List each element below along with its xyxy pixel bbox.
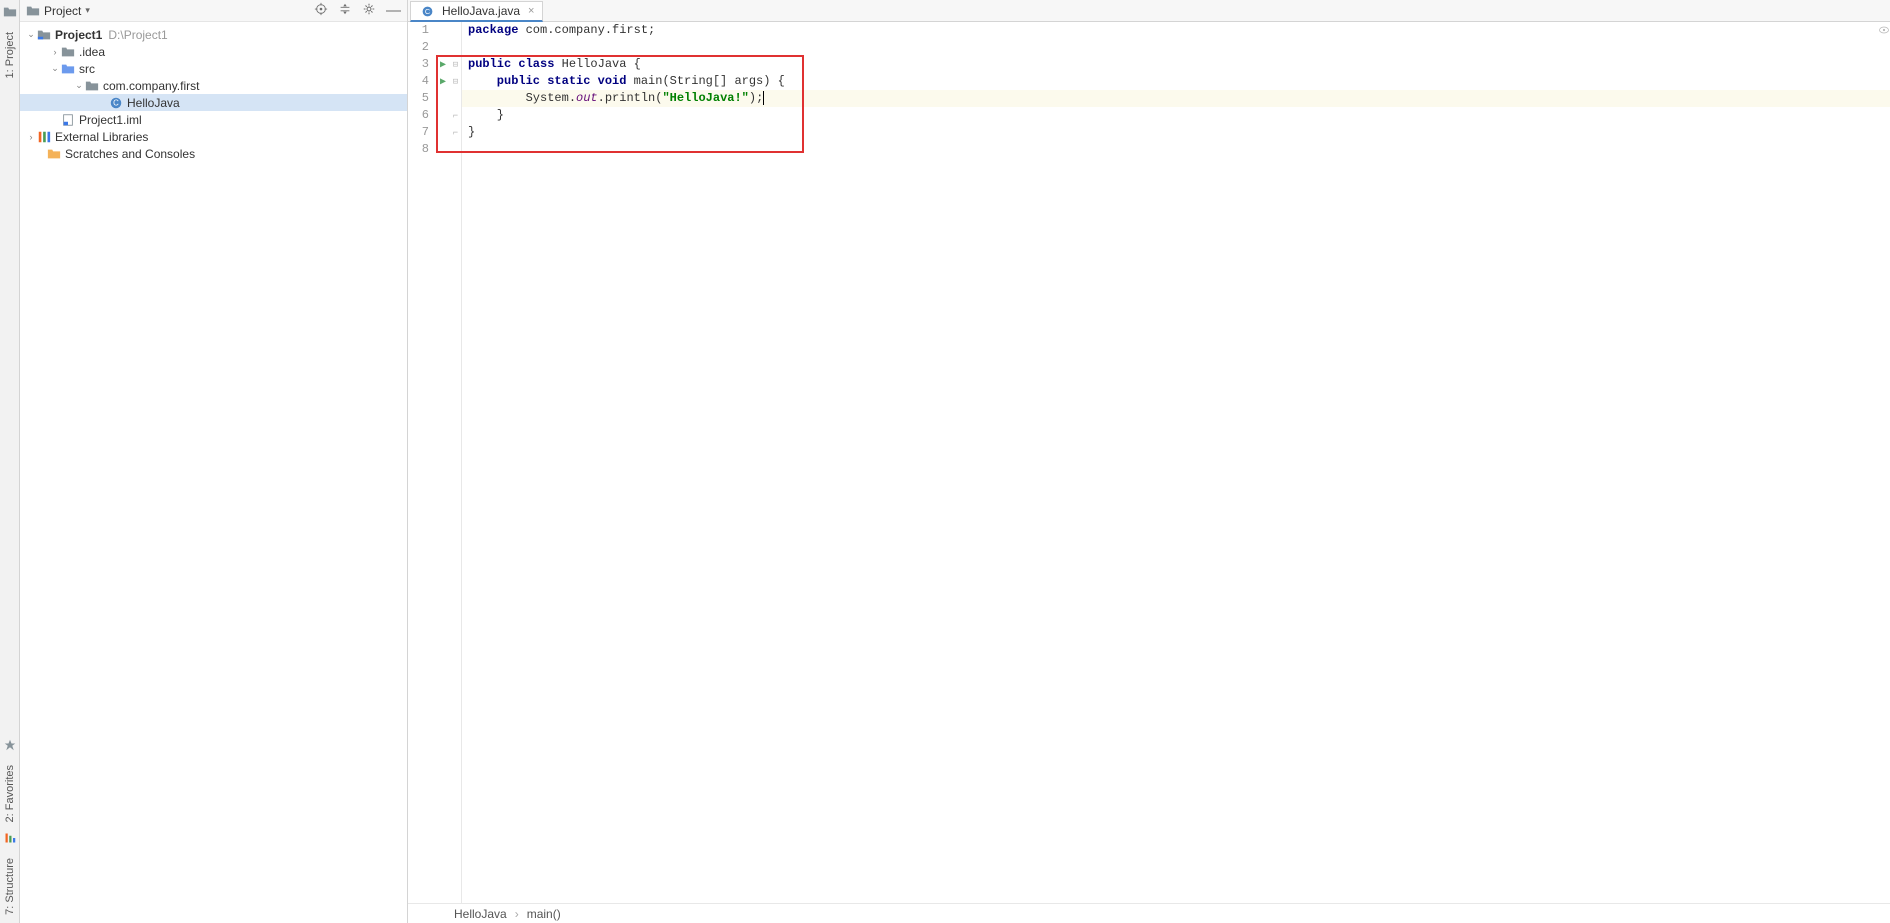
line-number: 6 [408,107,429,124]
tree-label: .idea [79,45,105,59]
line-number: 7 [408,124,429,141]
locate-target-icon[interactable] [314,2,328,19]
class-decl: HelloJava { [562,57,641,71]
tree-iml-file[interactable]: Project1.iml [20,111,407,128]
tree-root-name: Project1 [55,28,102,42]
project-strip-folder-icon [2,4,18,20]
tree-label: External Libraries [55,130,148,144]
expand-arrow-icon[interactable] [50,47,60,57]
line-number: 3 [408,56,429,73]
structure-bars-icon [2,830,18,846]
java-class-icon: C [108,95,124,111]
libraries-icon [36,129,52,145]
line-number: 1 [408,22,429,39]
favorites-star-icon [2,737,18,753]
editor-body[interactable]: 1 2 3 4 5 6 7 8 ▶ ▶ ⊟ ⊟ ⌐ ⌐ [408,22,1890,903]
breadcrumb: HelloJava › main() [408,903,1890,923]
inspection-eye-icon[interactable] [1878,22,1890,38]
pkg-name: com.company.first; [526,23,656,37]
tree-root-path: D:\Project1 [108,28,167,42]
project-tree[interactable]: Project1 D:\Project1 .idea src com.compa… [20,22,407,923]
fold-open-icon[interactable]: ⊟ [450,56,461,73]
tree-label: HelloJava [127,96,180,110]
scratches-icon [46,146,62,162]
project-panel-title: Project [44,4,81,18]
breadcrumb-method[interactable]: main() [527,907,561,921]
package-folder-icon [84,78,100,94]
expand-arrow-icon[interactable] [26,132,36,142]
run-main-icon[interactable]: ▶ [436,73,450,90]
tree-label: Scratches and Consoles [65,147,195,161]
project-panel-header: Project ▾ — [20,0,407,22]
iml-file-icon [60,112,76,128]
left-tool-strip: 1: Project 2: Favorites 7: Structure [0,0,20,923]
expand-arrow-icon[interactable] [50,63,60,74]
expand-arrow-icon[interactable] [74,80,84,91]
module-folder-icon [36,27,52,43]
tree-package[interactable]: com.company.first [20,77,407,94]
main-sig: main(String[] args) { [634,74,785,88]
gear-icon[interactable] [362,2,376,19]
fold-close-icon[interactable]: ⌐ [450,107,461,124]
tree-idea-folder[interactable]: .idea [20,43,407,60]
code-text: .println( [598,91,663,105]
kw-class: public class [468,57,562,71]
fold-gutter: ⊟ ⊟ ⌐ ⌐ [450,22,462,903]
kw-method: public static void [468,74,634,88]
line-number: 5 [408,90,429,107]
breadcrumb-sep-icon: › [515,907,519,921]
brace: } [468,108,504,122]
sidebar-tab-favorites[interactable]: 2: Favorites [4,765,16,822]
kw-package: package [468,23,526,37]
line-number: 4 [408,73,429,90]
project-header-folder-icon [26,4,40,18]
line-number: 8 [408,141,429,158]
out-field: out [576,91,598,105]
line-number-gutter: 1 2 3 4 5 6 7 8 [408,22,436,903]
code-text: System. [468,91,576,105]
svg-text:C: C [113,98,119,107]
run-class-icon[interactable]: ▶ [436,56,450,73]
tree-root[interactable]: Project1 D:\Project1 [20,26,407,43]
brace: } [468,125,475,139]
source-folder-icon [60,61,76,77]
project-panel: Project ▾ — Project1 D:\Project1 [20,0,408,923]
tree-label: src [79,62,95,76]
tree-src-folder[interactable]: src [20,60,407,77]
java-class-icon: C [419,3,435,19]
expand-arrow-icon[interactable] [26,29,36,40]
tree-external-libraries[interactable]: External Libraries [20,128,407,145]
tab-hellojava[interactable]: C HelloJava.java × [410,1,543,22]
collapse-all-icon[interactable] [338,2,352,19]
tree-label: Project1.iml [79,113,142,127]
fold-open-icon[interactable]: ⊟ [450,73,461,90]
line-number: 2 [408,39,429,56]
project-view-dropdown[interactable]: ▾ [85,5,90,16]
run-gutter: ▶ ▶ [436,22,450,903]
tree-class-hellojava[interactable]: C HelloJava [20,94,407,111]
tree-label: com.company.first [103,79,199,93]
fold-close-icon[interactable]: ⌐ [450,124,461,141]
editor-tabs: C HelloJava.java × [408,0,1890,22]
folder-icon [60,44,76,60]
tree-scratches[interactable]: Scratches and Consoles [20,145,407,162]
breadcrumb-class[interactable]: HelloJava [454,907,507,921]
code-area[interactable]: package com.company.first; public class … [462,22,1890,903]
sidebar-tab-structure[interactable]: 7: Structure [4,858,16,915]
string-literal: "HelloJava!" [662,91,748,105]
close-tab-icon[interactable]: × [528,5,534,17]
tab-label: HelloJava.java [442,4,520,18]
svg-text:C: C [424,6,429,15]
hide-panel-icon[interactable]: — [386,6,401,16]
editor-area: C HelloJava.java × 1 2 3 4 5 6 7 8 ▶ ▶ [408,0,1890,923]
sidebar-tab-project[interactable]: 1: Project [4,32,16,78]
code-text: ); [749,91,764,105]
